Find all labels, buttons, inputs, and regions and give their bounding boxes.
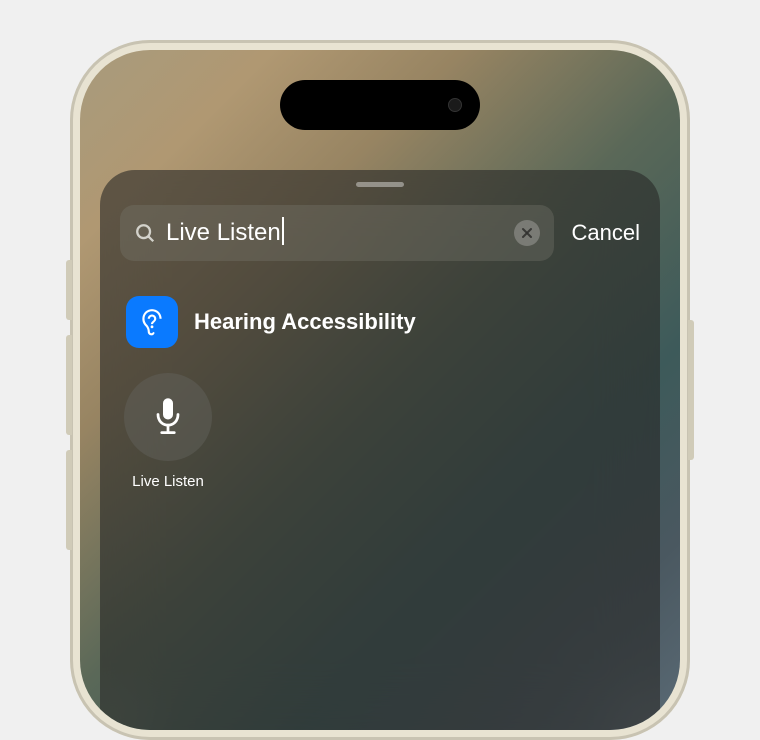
phone-frame: Live Listen Cancel (70, 40, 690, 740)
category-header[interactable]: Hearing Accessibility (120, 296, 640, 348)
tile-label: Live Listen (132, 473, 204, 490)
volume-up-button (66, 335, 72, 435)
volume-down-button (66, 450, 72, 550)
category-label: Hearing Accessibility (194, 309, 416, 335)
cancel-button[interactable]: Cancel (572, 220, 640, 246)
clear-search-button[interactable] (514, 220, 540, 246)
phone-screen: Live Listen Cancel (80, 50, 680, 730)
search-input[interactable]: Live Listen (166, 219, 504, 248)
text-cursor (282, 217, 284, 245)
hearing-accessibility-icon (126, 296, 178, 348)
live-listen-tile[interactable]: Live Listen (122, 373, 214, 490)
control-center-sheet: Live Listen Cancel (100, 170, 660, 730)
front-camera (448, 98, 462, 112)
dynamic-island (280, 80, 480, 130)
side-button (66, 260, 72, 320)
close-icon (521, 227, 533, 239)
power-button (688, 320, 694, 460)
search-field[interactable]: Live Listen (120, 205, 554, 261)
search-icon (134, 222, 156, 244)
sheet-grabber[interactable] (356, 182, 404, 187)
microphone-icon (148, 397, 188, 437)
tile-background (124, 373, 212, 461)
search-row: Live Listen Cancel (120, 205, 640, 261)
